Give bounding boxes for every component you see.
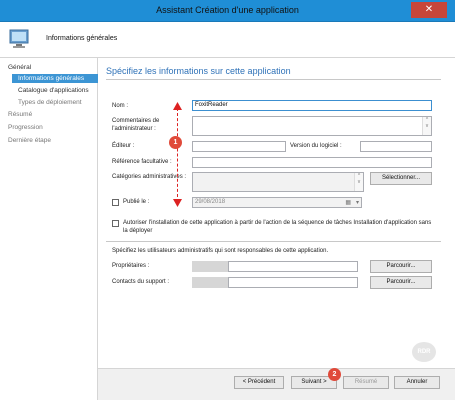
contacts-redacted: [192, 277, 228, 288]
software-version-field[interactable]: [360, 141, 432, 152]
admin-categories-field[interactable]: ^ v: [192, 172, 364, 192]
computer-icon: [9, 29, 29, 48]
calendar-icon[interactable]: ▦: [345, 199, 351, 206]
name-value: FoxitReader: [195, 102, 228, 108]
software-version-label: Version du logiciel :: [290, 143, 342, 149]
scroll-down-icon[interactable]: v: [355, 179, 363, 185]
publisher-field[interactable]: [192, 141, 286, 152]
sidebar-item-general-info[interactable]: Informations générales: [12, 74, 98, 83]
owners-redacted: [192, 261, 228, 272]
categories-scrollbar[interactable]: ^ v: [354, 173, 363, 191]
annotation-badge-2: 2: [328, 368, 341, 381]
browse-contacts-button[interactable]: Parcourir...: [370, 276, 432, 289]
sidebar-item-progress[interactable]: Progression: [8, 124, 43, 131]
chevron-down-icon[interactable]: ▾: [356, 199, 359, 206]
optional-reference-field[interactable]: [192, 157, 432, 168]
owners-field[interactable]: [228, 261, 358, 272]
sidebar-item-general[interactable]: Général: [8, 64, 31, 71]
close-button[interactable]: ✕: [411, 2, 447, 18]
allow-install-checkbox[interactable]: [112, 220, 119, 227]
annotation-arrow: [177, 108, 178, 202]
arrow-up-icon: [173, 102, 182, 110]
annotation-badge-1: 1: [169, 136, 182, 149]
comments-scrollbar[interactable]: ^ v: [422, 117, 431, 135]
cancel-button[interactable]: Annuler: [394, 376, 440, 389]
publisher-label: Éditeur :: [112, 143, 135, 149]
owners-label: Propriétaires :: [112, 263, 150, 269]
allow-install-label: Autoriser l'installation de cette applic…: [123, 220, 432, 234]
name-label: Nom :: [112, 103, 129, 109]
scroll-down-icon[interactable]: v: [423, 123, 431, 129]
sidebar: Général Informations générales Catalogue…: [0, 58, 98, 400]
published-date-value: 29/08/2018: [195, 199, 226, 205]
responsible-users-label: Spécifiez les utilisateurs administratif…: [112, 248, 329, 254]
sidebar-item-completion[interactable]: Dernière étape: [8, 137, 51, 144]
watermark-logo: RDR: [412, 342, 436, 362]
optional-reference-label: Référence facultative :: [112, 159, 172, 165]
admin-comments-label: Commentaires de l'administrateur :: [112, 118, 160, 132]
main-panel: Spécifiez les informations sur cette app…: [98, 58, 448, 368]
admin-categories-label: Catégories administratives :: [112, 174, 187, 180]
window-title: Assistant Création d'une application: [156, 5, 299, 15]
published-checkbox[interactable]: [112, 199, 119, 206]
sidebar-item-summary[interactable]: Résumé: [8, 111, 32, 118]
page-title: Informations générales: [46, 35, 118, 42]
title-divider: [106, 79, 441, 80]
browse-owners-button[interactable]: Parcourir...: [370, 260, 432, 273]
sidebar-item-app-catalog[interactable]: Catalogue d'applications: [18, 87, 89, 94]
admin-comments-field[interactable]: ^ v: [192, 116, 432, 136]
select-button[interactable]: Sélectionner...: [370, 172, 432, 185]
sidebar-item-deployment-types[interactable]: Types de déploiement: [18, 99, 82, 106]
arrow-down-icon: [173, 199, 182, 207]
published-label: Publié le :: [123, 199, 150, 205]
published-date-field[interactable]: 29/08/2018 ▦ ▾: [192, 197, 362, 208]
support-contacts-label: Contacts du support :: [112, 279, 170, 285]
previous-button[interactable]: < Précédent: [234, 376, 284, 389]
section-title: Spécifiez les informations sur cette app…: [106, 66, 291, 76]
section-divider: [106, 241, 441, 242]
wizard-header: Informations générales: [0, 22, 455, 58]
support-contacts-field[interactable]: [228, 277, 358, 288]
summary-button[interactable]: Résumé: [343, 376, 389, 389]
title-bar: Assistant Création d'une application ✕: [0, 0, 455, 22]
name-field[interactable]: FoxitReader: [192, 100, 432, 111]
